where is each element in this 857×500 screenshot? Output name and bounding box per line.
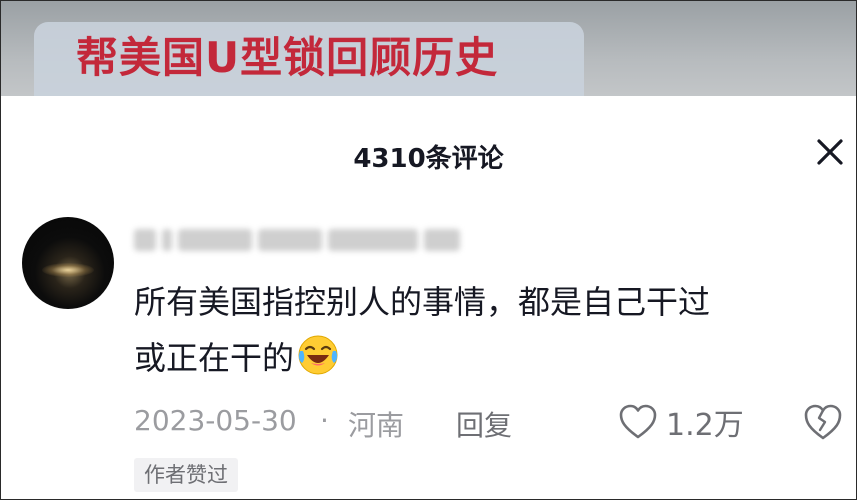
blur-block [424,229,460,251]
heart-outline-icon [619,404,657,439]
meta-separator: · [320,404,329,437]
blur-block [258,229,322,251]
video-background[interactable]: 帮美国U型锁回顾历史 [0,0,857,100]
close-button[interactable] [812,134,848,170]
comments-sheet: 4310条评论 所有美国指控别人的事情，都是自己干过 或正在干的 2023-05… [0,96,857,500]
comments-count-title: 4310条评论 [353,144,504,174]
reply-button[interactable]: 回复 [456,404,512,444]
comment-location: 河南 [348,409,405,442]
screenshot-frame: 帮美国U型锁回顾历史 4310条评论 所有美国指控别人的事情，都是自己干过 或正… [0,0,857,500]
like-button[interactable]: 1.2万 [618,400,744,444]
like-count: 1.2万 [666,408,744,443]
avatar-glow [42,263,94,277]
blur-block [328,229,418,251]
author-liked-badge: 作者赞过 [134,458,238,492]
blur-block [162,229,172,251]
blur-block [178,229,252,251]
comment-meta-row: 2023-05-30 · 河南 回复 1.2万 [134,396,854,448]
comment-text: 所有美国指控别人的事情，都是自己干过 或正在干的 [134,274,834,386]
comment-date: 2023-05-30 [134,404,297,437]
close-icon [817,139,843,165]
blur-block [134,229,156,251]
broken-heart-icon [804,404,842,440]
video-title: 帮美国U型锁回顾历史 [76,33,499,82]
comment-text-line2-text: 或正在干的 [134,339,295,377]
comment-text-line2: 或正在干的 [134,330,834,386]
username-redacted[interactable] [134,226,460,254]
laughing-crying-emoji-icon [298,335,338,375]
dislike-button[interactable] [802,400,844,444]
comment-text-line1: 所有美国指控别人的事情，都是自己干过 [134,283,711,321]
avatar[interactable] [22,217,114,309]
